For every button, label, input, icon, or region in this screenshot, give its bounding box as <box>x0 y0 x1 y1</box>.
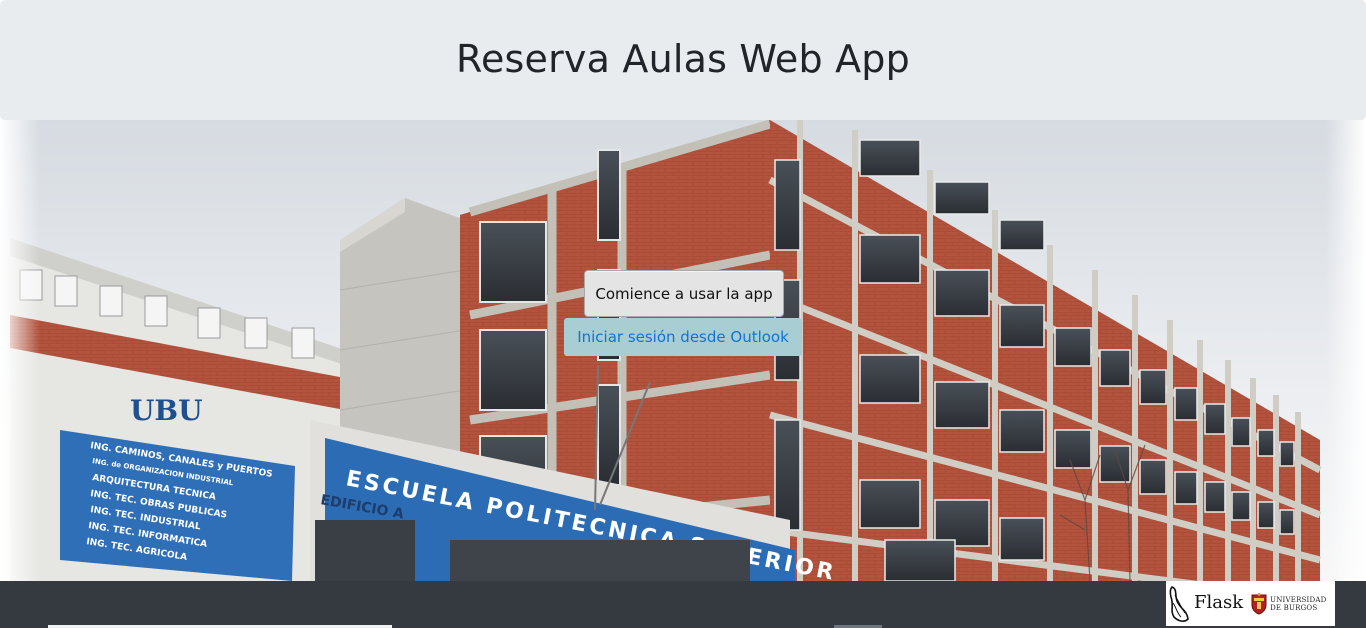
ubu-shield-icon <box>1251 592 1267 615</box>
flask-logo: Flask <box>1166 581 1243 626</box>
ubu-wordmark: UNIVERSIDAD DE BURGOS <box>1270 596 1326 612</box>
ubu-sign: UBU <box>130 394 203 427</box>
flask-horn-icon <box>1169 585 1189 622</box>
page: Reserva Aulas Web App UBU ING. CAMINOS, … <box>0 0 1366 628</box>
ubu-logo: UNIVERSIDAD DE BURGOS <box>1251 592 1326 615</box>
flask-label: Flask <box>1194 592 1244 613</box>
ubu-line-2: DE BURGOS <box>1270 603 1318 612</box>
header-banner: Reserva Aulas Web App <box>0 0 1366 120</box>
start-app-button[interactable]: Comience a usar la app <box>584 270 784 317</box>
ubu-line-1: UNIVERSIDAD <box>1270 595 1327 604</box>
cta-group: Comience a usar la app Iniciar sesión de… <box>0 270 1366 356</box>
footer-logos: Flask UNIVERSIDAD DE BURGOS <box>1166 581 1335 626</box>
page-title: Reserva Aulas Web App <box>456 37 910 81</box>
footer: Flask UNIVERSIDAD DE BURGOS <box>0 581 1366 628</box>
outlook-login-button[interactable]: Iniciar sesión desde Outlook <box>564 318 802 356</box>
